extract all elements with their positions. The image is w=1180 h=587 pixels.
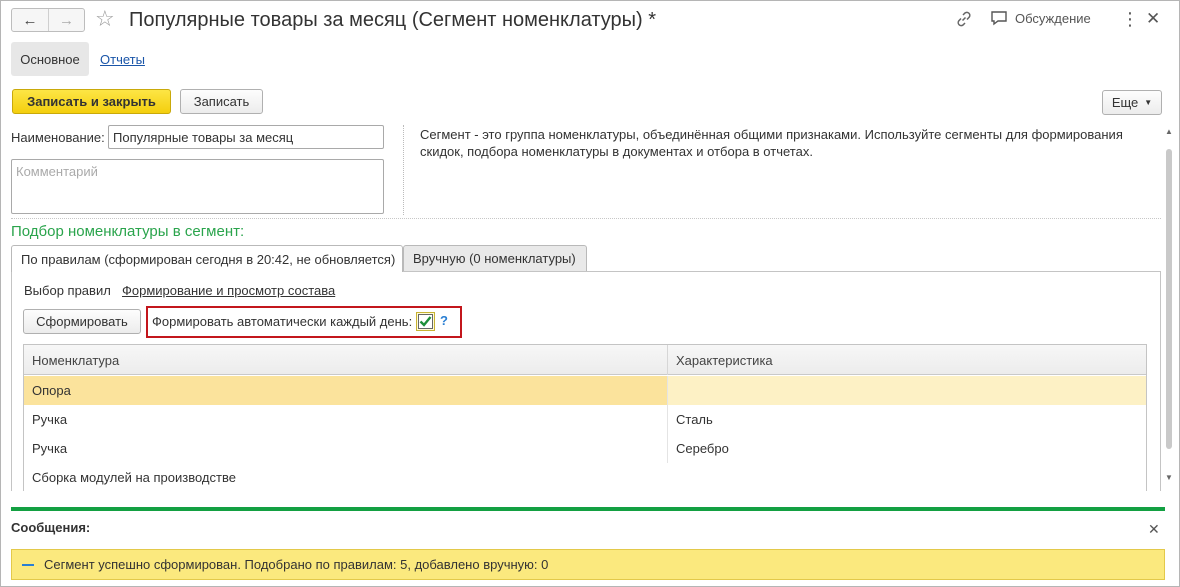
scroll-down-icon[interactable]: ▼ — [1165, 473, 1173, 482]
cell-characteristic — [668, 463, 1146, 491]
table-row[interactable]: Ручка Сталь — [24, 405, 1146, 434]
items-table: Номенклатура Характеристика Опора Ручка … — [23, 344, 1147, 491]
table-row[interactable]: Сборка модулей на производстве — [24, 463, 1146, 491]
cell-characteristic — [668, 376, 1146, 405]
vertical-scrollbar[interactable]: ▲ ▼ — [1163, 125, 1175, 487]
checkbox-box — [418, 314, 433, 329]
nav-buttons: ← → — [11, 8, 85, 32]
close-icon[interactable]: ✕ — [1148, 521, 1160, 538]
save-and-close-button[interactable]: Записать и закрыть — [12, 89, 171, 114]
tab-manual[interactable]: Вручную (0 номенклатуры) — [403, 245, 587, 271]
close-icon[interactable]: ✕ — [1146, 10, 1160, 28]
save-button[interactable]: Записать — [180, 89, 263, 114]
cell-characteristic: Сталь — [676, 412, 713, 427]
more-label: Еще — [1111, 95, 1139, 110]
tab-by-rules[interactable]: По правилам (сформирован сегодня в 20:42… — [11, 245, 403, 272]
auto-generate-checkbox[interactable] — [416, 312, 435, 331]
tab-main[interactable]: Основное — [11, 42, 89, 76]
form-window: ← → ☆ Популярные товары за месяц (Сегмен… — [0, 0, 1180, 587]
title-bar: ← → ☆ Популярные товары за месяц (Сегмен… — [1, 1, 1179, 39]
chat-icon — [990, 10, 1008, 26]
window-title: Популярные товары за месяц (Сегмент номе… — [129, 9, 657, 31]
table-row[interactable]: Опора — [24, 376, 1146, 405]
cell-item: Опора — [24, 376, 668, 405]
name-field[interactable]: Популярные товары за месяц — [108, 125, 384, 149]
segment-hint: Сегмент - это группа номенклатуры, объед… — [420, 127, 1123, 159]
cell-item: Ручка — [24, 405, 668, 434]
horizontal-divider — [11, 218, 1161, 219]
link-icon[interactable] — [955, 10, 973, 28]
checkmark-icon — [419, 316, 432, 327]
cell-characteristic: Серебро — [676, 441, 729, 456]
message-item[interactable]: Сегмент успешно сформирован. Подобрано п… — [11, 549, 1165, 580]
cell-item: Ручка — [24, 434, 668, 463]
more-button[interactable]: Еще ▼ — [1102, 90, 1162, 115]
scroll-thumb[interactable] — [1166, 149, 1172, 449]
chevron-down-icon: ▼ — [1144, 98, 1153, 107]
cell-item: Сборка модулей на производстве — [32, 470, 236, 485]
selection-group-title: Подбор номенклатуры в сегмент: — [11, 223, 245, 240]
more-vertical-icon[interactable]: ⋮ — [1121, 10, 1139, 28]
rules-label: Выбор правил — [24, 283, 111, 298]
messages-title: Сообщения: — [11, 520, 91, 535]
favorite-star-icon[interactable]: ☆ — [95, 6, 115, 32]
vertical-divider — [403, 125, 404, 215]
scroll-up-icon[interactable]: ▲ — [1165, 127, 1173, 136]
name-label: Наименование: — [11, 130, 105, 145]
rules-link[interactable]: Формирование и просмотр состава — [122, 283, 335, 298]
discuss-label: Обсуждение — [1015, 10, 1091, 26]
help-icon[interactable]: ? — [440, 313, 448, 328]
discuss-button[interactable]: Обсуждение — [990, 10, 1091, 26]
column-header-item[interactable]: Номенклатура — [24, 345, 668, 375]
back-arrow-icon[interactable]: ← — [12, 9, 48, 31]
forward-arrow-icon[interactable]: → — [47, 9, 84, 31]
tab-reports[interactable]: Отчеты — [100, 42, 145, 76]
message-dash-icon — [22, 563, 34, 566]
table-header: Номенклатура Характеристика — [24, 345, 1146, 375]
messages-divider — [11, 507, 1165, 511]
column-header-characteristic[interactable]: Характеристика — [668, 345, 1146, 375]
table-row[interactable]: Ручка Серебро — [24, 434, 1146, 463]
generate-button[interactable]: Сформировать — [23, 309, 141, 334]
message-text: Сегмент успешно сформирован. Подобрано п… — [44, 557, 549, 572]
comment-field[interactable]: Комментарий — [11, 159, 384, 214]
auto-generate-label: Формировать автоматически каждый день: — [152, 314, 413, 329]
